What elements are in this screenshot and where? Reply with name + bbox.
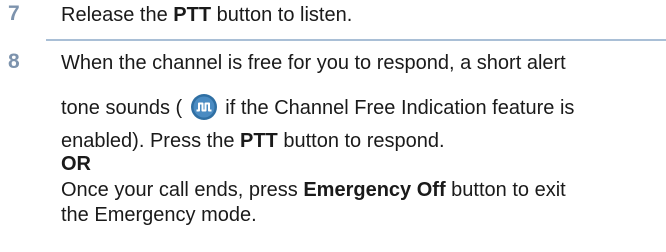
step-8-line-3-after: button to respond. [277, 130, 445, 152]
step-7-text: Release the PTT button to listen. [61, 3, 352, 27]
step-number: 7 [8, 2, 20, 25]
emergency-off-label: Emergency Off [303, 179, 446, 201]
step-8-line-2-after: if the Channel Free Indication feature i… [219, 97, 575, 119]
step-7-text-after: button to listen. [211, 4, 353, 26]
step-8-line-3-before: enabled). Press the [61, 130, 240, 152]
step-8-line-5-after: button to exit [445, 179, 566, 201]
channel-free-indication-icon [190, 93, 218, 121]
step-8-line-6: the Emergency mode. [61, 204, 257, 226]
channel-free-indication-icon-svg [190, 94, 217, 120]
step-number: 8 [8, 50, 20, 73]
step-8-line-2-before: tone sounds ( [61, 97, 188, 119]
step-7-text-before: Release the [61, 4, 174, 26]
step-8-line-2: tone sounds ( if the Channel Free Indica… [61, 93, 574, 121]
ptt-label: PTT [173, 4, 212, 26]
step-8-line-5-before: Once your call ends, press [61, 179, 304, 201]
step-divider [46, 39, 666, 41]
step-8-line-3: enabled). Press the PTT button to respon… [61, 129, 445, 153]
or-label: OR [61, 153, 91, 175]
ptt-label: PTT [240, 130, 278, 152]
step-8-line-5: Once your call ends, press Emergency Off… [61, 178, 566, 202]
step-8-line-1: When the channel is free for you to resp… [61, 52, 566, 74]
